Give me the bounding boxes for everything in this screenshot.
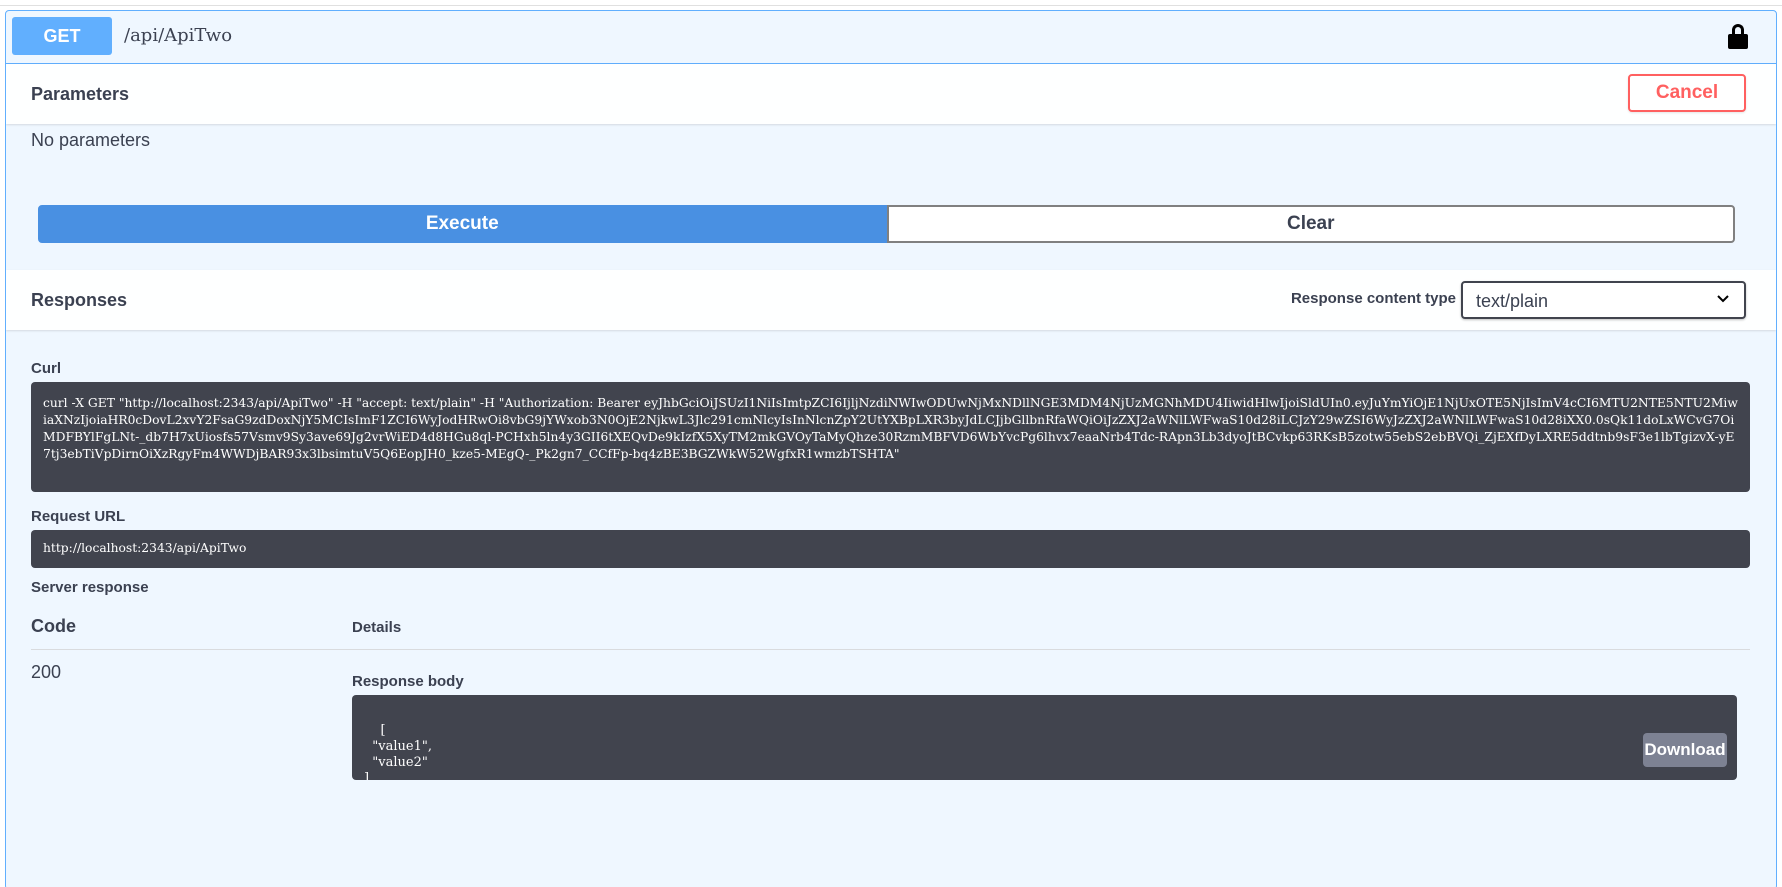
operation-summary[interactable]: GET /api/ApiTwo xyxy=(6,11,1776,64)
top-divider xyxy=(0,0,1782,6)
request-url-value[interactable]: http://localhost:2343/api/ApiTwo xyxy=(31,530,1750,568)
parameters-header: Parameters Cancel xyxy=(6,64,1776,124)
request-url-label: Request URL xyxy=(31,508,126,525)
server-response-label: Server response xyxy=(31,579,149,596)
code-column-header: Code xyxy=(31,616,76,636)
response-content-type-value: text/plain xyxy=(1476,291,1549,311)
lock-icon[interactable] xyxy=(1728,24,1748,50)
response-table-divider xyxy=(31,649,1750,650)
execute-button[interactable]: Execute xyxy=(38,205,887,243)
response-content-type-select[interactable]: text/plain xyxy=(1461,281,1746,319)
responses-header: Responses Response content type text/pla… xyxy=(6,270,1776,330)
parameters-title: Parameters xyxy=(31,84,130,104)
http-method-badge: GET xyxy=(12,17,112,55)
download-button[interactable]: Download xyxy=(1643,733,1727,767)
response-body-label: Response body xyxy=(352,673,464,690)
clear-button[interactable]: Clear xyxy=(886,205,1735,243)
operation-block-get: GET /api/ApiTwo Parameters Cancel No par… xyxy=(5,10,1777,887)
details-column-header: Details xyxy=(352,619,402,636)
no-parameters-text: No parameters xyxy=(31,130,151,150)
curl-command[interactable]: curl -X GET "http://localhost:2343/api/A… xyxy=(31,382,1750,492)
execute-wrapper: Execute Clear xyxy=(38,205,1735,243)
response-content-type-label: Response content type xyxy=(1290,290,1456,307)
response-body-text: [ "value1", "value2" ] xyxy=(364,723,432,780)
response-status-code: 200 xyxy=(31,662,62,682)
curl-label: Curl xyxy=(31,360,61,377)
chevron-down-icon xyxy=(1717,295,1729,303)
endpoint-path: /api/ApiTwo xyxy=(124,25,233,46)
responses-title: Responses xyxy=(31,290,128,310)
cancel-button[interactable]: Cancel xyxy=(1628,74,1746,112)
response-body[interactable]: [ "value1", "value2" ] Download xyxy=(352,695,1737,780)
